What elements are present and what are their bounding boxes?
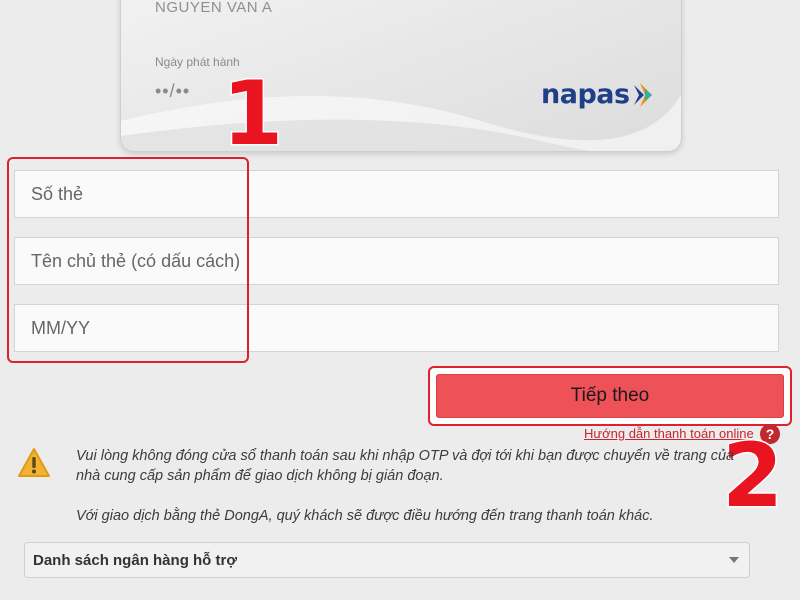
card-holder-input[interactable]: [14, 237, 779, 285]
card-issue-date-value: ••/••: [155, 81, 191, 101]
napas-logo-text: napas: [541, 79, 630, 110]
card-holder-name: NGUYEN VAN A: [155, 0, 273, 16]
supported-banks-dropdown[interactable]: Danh sách ngân hàng hỗ trợ: [24, 542, 750, 578]
highlight-box-button: Tiếp theo: [428, 366, 792, 426]
napas-star-icon: [633, 82, 652, 107]
step-marker-1: 1: [220, 62, 284, 165]
napas-logo: napas: [541, 79, 656, 110]
chevron-down-icon: [729, 557, 739, 563]
payment-notice: Vui lòng không đóng cửa sổ thanh toán sa…: [76, 446, 736, 526]
notice-donga-text: Với giao dịch bằng thẻ DongA, quý khách …: [76, 508, 654, 524]
supported-banks-label: Danh sách ngân hàng hỗ trợ: [33, 551, 238, 569]
next-button[interactable]: Tiếp theo: [436, 374, 784, 418]
card-number-input[interactable]: [14, 170, 779, 218]
issue-date-input[interactable]: [14, 304, 779, 352]
card-wave-decoration: [121, 94, 681, 151]
warning-icon: [18, 448, 50, 477]
notice-otp-text: Vui lòng không đóng cửa sổ thanh toán sa…: [76, 448, 735, 484]
card-preview: NGUYEN VAN A Ngày phát hành ••/•• napas: [120, 0, 682, 152]
